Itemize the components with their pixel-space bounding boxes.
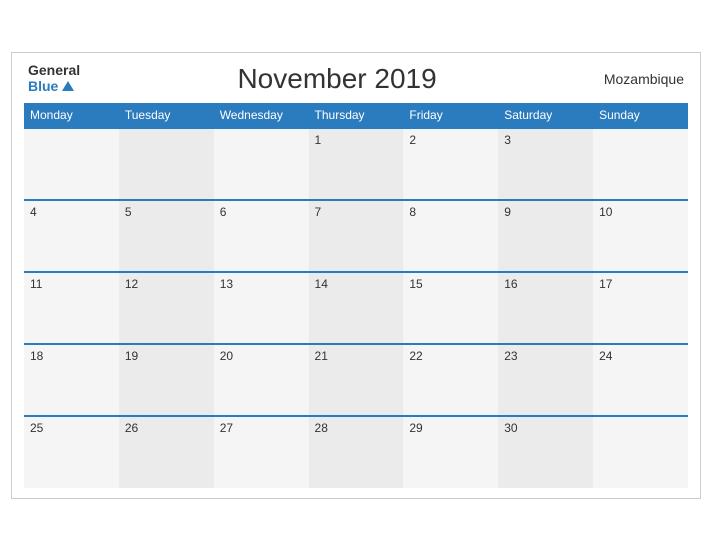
week-row-1: 456789 10 [24,200,688,272]
day-cell [593,128,688,200]
day-cell: 6 [214,200,309,272]
header-saturday: Saturday [498,103,593,128]
day-cell: 15 [403,272,498,344]
logo-blue-text: Blue [28,79,58,94]
day-number: 15 [409,277,492,291]
day-cell: 30 [498,416,593,488]
day-number: 21 [315,349,398,363]
day-cell: 25 [24,416,119,488]
day-number: 18 [30,349,113,363]
day-number: 2 [409,133,492,147]
week-row-3: 18 19 20 21 22 23 24 [24,344,688,416]
day-number: 3 [504,133,587,147]
day-cell: 26 [119,416,214,488]
day-number: 8 [409,205,492,219]
day-number: 29 [409,421,492,435]
header-monday: Monday [24,103,119,128]
header-sunday: Sunday [593,103,688,128]
header-tuesday: Tuesday [119,103,214,128]
day-cell: 1 [309,128,404,200]
day-number: 24 [599,349,682,363]
day-number: 20 [220,349,303,363]
day-cell: 16 [498,272,593,344]
day-number: 11 [30,277,113,291]
day-number: 1 [315,133,398,147]
day-cell: 4 [24,200,119,272]
day-cell [214,128,309,200]
calendar-grid: Monday Tuesday Wednesday Thursday Friday… [24,103,688,488]
day-number: 17 [599,277,682,291]
logo-triangle-icon [62,81,74,91]
day-number: 16 [504,277,587,291]
day-number: 12 [125,277,208,291]
day-cell: 20 [214,344,309,416]
day-number: 27 [220,421,303,435]
day-cell: 28 [309,416,404,488]
day-number: 22 [409,349,492,363]
day-cell: 22 [403,344,498,416]
day-cell: 2 [403,128,498,200]
day-cell: 13 [214,272,309,344]
day-cell [593,416,688,488]
day-number: 5 [125,205,208,219]
day-number: 30 [504,421,587,435]
day-cell: 21 [309,344,404,416]
day-number: 7 [315,205,398,219]
day-cell: 14 [309,272,404,344]
calendar-container: General Blue November 2019 Mozambique Mo… [11,52,701,499]
day-number: 9 [504,205,587,219]
day-number: 10 [599,205,682,219]
day-cell: 24 [593,344,688,416]
day-number: 6 [220,205,303,219]
day-number: 26 [125,421,208,435]
calendar-header: General Blue November 2019 Mozambique [24,63,688,95]
day-cell: 3 [498,128,593,200]
calendar-title: November 2019 [80,63,594,95]
day-cell: 9 [498,200,593,272]
week-row-2: 11 12 13 14 15 16 17 [24,272,688,344]
day-cell: 27 [214,416,309,488]
day-cell: 23 [498,344,593,416]
day-cell: 7 [309,200,404,272]
weekday-header-row: Monday Tuesday Wednesday Thursday Friday… [24,103,688,128]
header-friday: Friday [403,103,498,128]
day-number: 13 [220,277,303,291]
day-number: 19 [125,349,208,363]
day-cell: 19 [119,344,214,416]
day-number: 4 [30,205,113,219]
day-cell [24,128,119,200]
day-cell [119,128,214,200]
day-cell: 10 [593,200,688,272]
week-row-4: 25 26 27 28 29 30 [24,416,688,488]
header-wednesday: Wednesday [214,103,309,128]
day-number: 25 [30,421,113,435]
logo-general-text: General [28,63,80,78]
calendar-region: Mozambique [594,71,684,87]
day-cell: 8 [403,200,498,272]
day-cell: 5 [119,200,214,272]
day-number: 28 [315,421,398,435]
day-number: 23 [504,349,587,363]
week-row-0: 123 [24,128,688,200]
header-thursday: Thursday [309,103,404,128]
day-number: 14 [315,277,398,291]
logo: General Blue [28,63,80,94]
day-cell: 11 [24,272,119,344]
day-cell: 18 [24,344,119,416]
day-cell: 29 [403,416,498,488]
day-cell: 12 [119,272,214,344]
day-cell: 17 [593,272,688,344]
